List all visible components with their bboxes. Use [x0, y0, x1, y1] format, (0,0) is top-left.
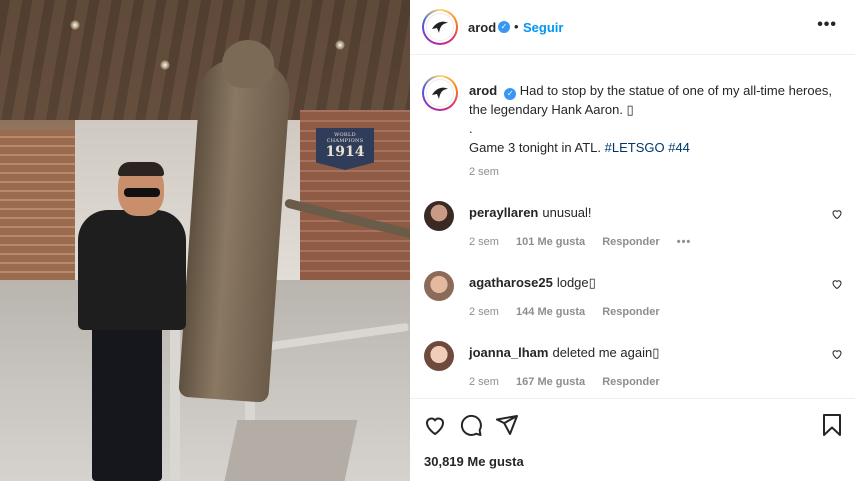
- comment-time[interactable]: 2 sem: [469, 306, 499, 318]
- comment-likes[interactable]: 144 Me gusta: [516, 306, 585, 318]
- reply-button[interactable]: Responder: [602, 236, 659, 248]
- caption-body: Had to stop by the statue of one of my a…: [469, 83, 832, 117]
- railing-post: [170, 320, 180, 480]
- comment-text: perayllaren unusual!: [469, 205, 592, 220]
- post-photo[interactable]: WORLD CHAMPIONS 1914: [0, 0, 410, 481]
- post-header: arod ✓ • Seguir •••: [410, 0, 855, 55]
- comment-meta: 2 sem 144 Me gusta Responder: [469, 306, 674, 318]
- caption-time[interactable]: 2 sem: [469, 166, 499, 178]
- comment-item: agatharose25 lodge▯ 2 sem 144 Me gusta Re…: [410, 271, 855, 331]
- follow-button[interactable]: Seguir: [523, 20, 563, 35]
- more-icon[interactable]: •••: [817, 16, 837, 34]
- ceiling-light: [70, 20, 80, 30]
- comment-time[interactable]: 2 sem: [469, 236, 499, 248]
- comment-likes[interactable]: 167 Me gusta: [516, 376, 585, 388]
- brick-wall-left: [0, 130, 75, 280]
- comment-body: unusual!: [542, 205, 592, 220]
- verified-icon: ✓: [504, 88, 517, 100]
- reply-button[interactable]: Responder: [602, 376, 659, 388]
- comment-username[interactable]: joanna_lham: [469, 345, 548, 360]
- verified-icon: ✓: [498, 21, 510, 33]
- hashtag-link[interactable]: #44: [668, 140, 690, 155]
- ceiling-light: [335, 40, 345, 50]
- banner-year: 1914: [325, 144, 365, 160]
- statue-pedestal: [222, 420, 358, 481]
- share-icon[interactable]: [495, 413, 519, 437]
- more-icon[interactable]: •••: [677, 236, 692, 248]
- post-likes[interactable]: 30,819 Me gusta: [424, 454, 524, 469]
- heart-icon[interactable]: [831, 208, 843, 220]
- comment-body: deleted me again▯: [552, 345, 660, 360]
- caption-dot-line: .: [469, 121, 473, 136]
- reply-button[interactable]: Responder: [602, 306, 659, 318]
- banner-caption: WORLD CHAMPIONS: [326, 132, 364, 144]
- person-hair: [118, 162, 164, 176]
- arod-logo-icon: [426, 79, 454, 107]
- comment-meta: 2 sem 167 Me gusta Responder: [469, 376, 674, 388]
- person-jacket: [78, 210, 186, 330]
- comment-body: lodge▯: [556, 275, 596, 290]
- caption-text: arod ✓ Had to stop by the statue of one o…: [469, 81, 839, 157]
- arod-logo-icon: [426, 13, 454, 41]
- avatar[interactable]: [422, 75, 458, 111]
- comment-text: agatharose25 lodge▯: [469, 275, 596, 291]
- avatar[interactable]: [424, 271, 454, 301]
- avatar[interactable]: [424, 201, 454, 231]
- separator-dot: •: [514, 19, 519, 34]
- heart-icon[interactable]: [831, 348, 843, 360]
- comment-time[interactable]: 2 sem: [469, 376, 499, 388]
- comment-likes[interactable]: 101 Me gusta: [516, 236, 585, 248]
- sunglasses: [124, 188, 160, 197]
- ceiling-light: [160, 60, 170, 70]
- comment-username[interactable]: agatharose25: [469, 275, 553, 290]
- heart-icon[interactable]: [423, 413, 447, 437]
- hashtag-link[interactable]: #LETSGO: [605, 140, 665, 155]
- caption-username[interactable]: arod: [469, 83, 497, 98]
- world-champions-banner: WORLD CHAMPIONS 1914: [316, 128, 374, 170]
- comment-item: joanna_lham deleted me again▯ 2 sem 167 M…: [410, 341, 855, 401]
- comment-icon[interactable]: [459, 413, 483, 437]
- avatar[interactable]: [424, 341, 454, 371]
- comment-meta: 2 sem 101 Me gusta Responder •••: [469, 236, 705, 248]
- avatar[interactable]: [422, 9, 458, 45]
- header-username[interactable]: arod: [468, 20, 496, 35]
- post-side-panel: arod ✓ • Seguir ••• arod ✓ Had to stop by…: [410, 0, 855, 481]
- post-actions: 30,819 Me gusta: [410, 398, 855, 481]
- bookmark-icon[interactable]: [820, 413, 844, 437]
- comment-text: joanna_lham deleted me again▯: [469, 345, 659, 361]
- person-legs: [92, 320, 162, 481]
- comment-item: perayllaren unusual! 2 sem 101 Me gusta R…: [410, 201, 855, 261]
- statue-head: [222, 40, 274, 88]
- caption-line2: Game 3 tonight in ATL.: [469, 140, 605, 155]
- heart-icon[interactable]: [831, 278, 843, 290]
- comment-username[interactable]: perayllaren: [469, 205, 538, 220]
